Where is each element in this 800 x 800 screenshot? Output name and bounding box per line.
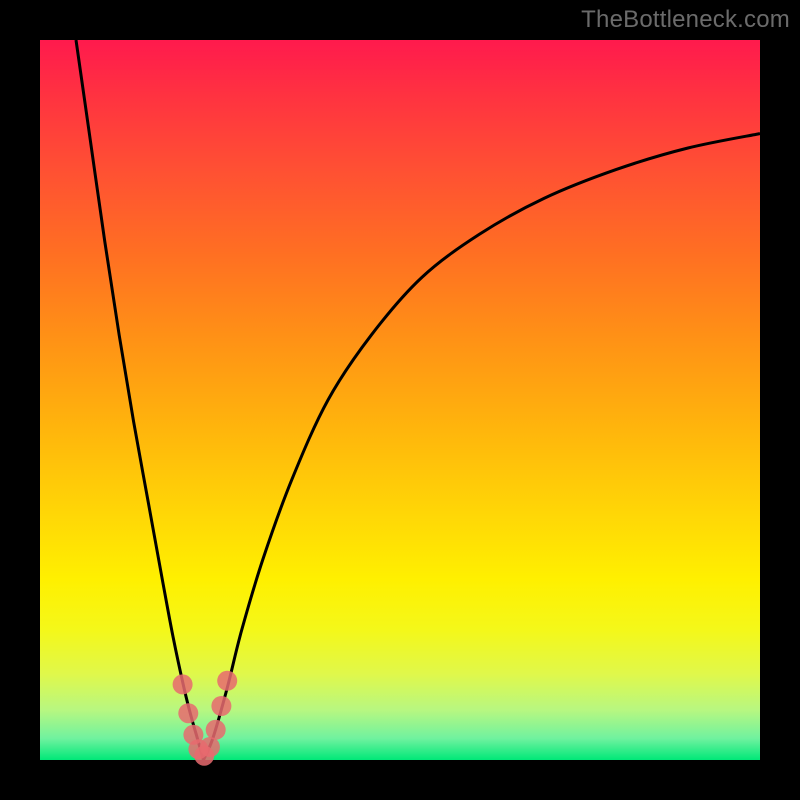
- valley-markers: [173, 671, 238, 766]
- chart-frame: TheBottleneck.com: [0, 0, 800, 800]
- plot-area: [40, 40, 760, 760]
- watermark-text: TheBottleneck.com: [581, 6, 790, 34]
- valley-marker: [206, 720, 226, 740]
- curve-right-branch: [203, 134, 760, 760]
- valley-marker: [200, 737, 220, 757]
- valley-marker: [173, 674, 193, 694]
- valley-marker: [211, 696, 231, 716]
- valley-marker: [178, 703, 198, 723]
- chart-svg: [40, 40, 760, 760]
- curve-left-branch: [76, 40, 203, 760]
- valley-marker: [217, 671, 237, 691]
